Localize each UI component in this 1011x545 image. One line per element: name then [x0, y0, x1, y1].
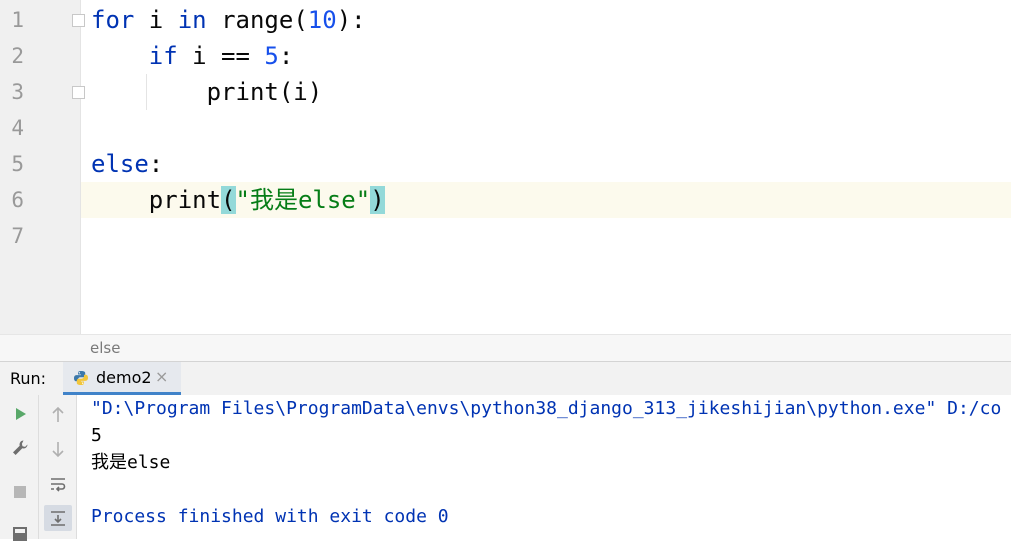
- run-toolbar-secondary: [39, 395, 77, 539]
- matched-paren: ): [370, 186, 385, 214]
- code-line[interactable]: print(i): [91, 74, 323, 110]
- line-number: 4: [11, 116, 24, 140]
- string-token: "我是else": [235, 186, 371, 214]
- number-token: 5: [264, 42, 279, 70]
- keyword-token: if: [148, 42, 178, 70]
- keyword-token: for: [91, 6, 135, 34]
- run-title: Run:: [10, 369, 47, 388]
- console-line: 5: [91, 425, 102, 446]
- code-token: i: [134, 6, 178, 34]
- layout-icon[interactable]: [9, 523, 31, 545]
- number-token: 10: [307, 6, 337, 34]
- tab-label: demo2: [96, 368, 152, 387]
- code-line[interactable]: else:: [91, 146, 163, 182]
- python-icon: [74, 371, 88, 385]
- down-arrow-icon[interactable]: [47, 438, 69, 460]
- console-line: "D:\Program Files\ProgramData\envs\pytho…: [91, 398, 1002, 419]
- console-output[interactable]: "D:\Program Files\ProgramData\envs\pytho…: [77, 395, 1011, 539]
- breadcrumb[interactable]: else: [90, 339, 120, 357]
- run-toolbar-primary: [0, 395, 39, 541]
- line-number: 2: [11, 44, 24, 68]
- line-number: 6: [11, 188, 24, 212]
- breadcrumb-bar: else: [0, 334, 1011, 361]
- stop-icon[interactable]: [9, 481, 31, 503]
- fold-end-marker-icon[interactable]: [72, 86, 85, 99]
- run-tab-demo2[interactable]: demo2 ×: [63, 362, 181, 395]
- soft-wrap-icon[interactable]: [47, 473, 69, 495]
- code-line[interactable]: print("我是else"): [91, 182, 385, 218]
- up-arrow-icon[interactable]: [47, 404, 69, 426]
- scroll-to-end-icon[interactable]: [44, 505, 72, 531]
- keyword-token: else: [91, 150, 149, 178]
- code-token: print(i): [91, 78, 323, 106]
- wrench-icon[interactable]: [9, 437, 31, 459]
- line-number: 3: [11, 80, 24, 104]
- line-number: 7: [11, 224, 24, 248]
- run-icon[interactable]: [9, 403, 31, 425]
- code-token: range(: [206, 6, 308, 34]
- code-token: :: [278, 42, 294, 70]
- matched-paren: (: [221, 186, 236, 214]
- line-number: 1: [11, 8, 24, 32]
- code-token: :: [148, 150, 164, 178]
- fold-marker-icon[interactable]: [72, 14, 85, 27]
- code-token: print: [91, 186, 222, 214]
- line-number: 5: [11, 152, 24, 176]
- code-token: ):: [336, 6, 366, 34]
- code-editor[interactable]: 1 2 3 4 5 6 7 for i in range(10): if i == 5: p…: [0, 0, 1011, 334]
- run-tool-window-header: Run: demo2 ×: [0, 361, 1011, 396]
- code-line[interactable]: if i == 5:: [91, 38, 294, 74]
- console-line: 我是else: [91, 452, 171, 473]
- close-icon[interactable]: ×: [155, 367, 168, 386]
- keyword-token: in: [177, 6, 207, 34]
- code-line[interactable]: for i in range(10):: [91, 2, 366, 38]
- console-line: Process finished with exit code 0: [91, 506, 449, 527]
- code-token: i ==: [177, 42, 265, 70]
